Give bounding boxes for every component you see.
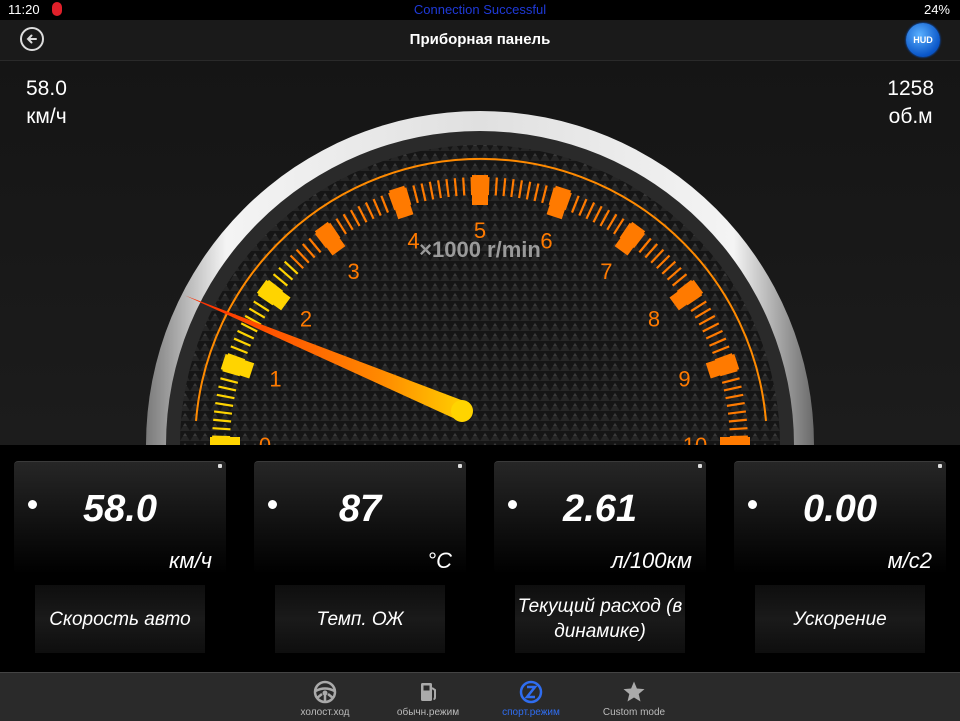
battery-level: 24% [923,2,950,17]
corner-marker [698,464,702,468]
tab-label: холост.ход [300,707,350,718]
corner-marker [458,464,462,468]
gauge-minor-tick [212,427,231,431]
metric-card-speed[interactable]: 58.0 км/ч [14,461,226,574]
needle-hub [451,400,473,422]
tachometer-svg: 012345678910 ×1000 r/min [146,111,814,458]
metric-label: Ускорение [793,608,887,630]
metric-unit: м/с2 [887,548,932,573]
gauge-scale-label: 0 [259,433,271,445]
gauge-major-tick [546,185,572,220]
metric-label: Скорость авто [49,608,191,630]
tab-normal[interactable]: обычн.режим [373,673,483,721]
metric-unit: км/ч [169,548,212,573]
metric-value: 58.0 [83,488,157,530]
metric-label: Текущий расход (в динамике) [517,596,683,642]
metric-card-coolant-temp[interactable]: 87 °C [254,461,466,574]
metric-value: 87 [338,488,382,530]
corner-marker [938,464,942,468]
tab-label: спорт.режим [502,707,560,718]
page-title: Приборная панель [409,31,551,48]
tab-label: Custom mode [602,707,666,718]
sport-mode-icon [519,680,543,704]
metric-value: 0.00 [803,488,877,530]
gauge-scale-label: 10 [683,433,707,445]
gauge-unit-label: ×1000 r/min [419,237,541,262]
hud-button[interactable]: HUD [906,23,940,57]
status-bar: 11:20 Connection Successful 24% [0,0,960,20]
gauge-major-tick [220,353,255,379]
gauge-scale-label: 9 [678,367,690,392]
nav-header: Приборная панель HUD [0,20,960,61]
connection-status: Connection Successful [413,2,547,17]
gauge-minor-tick [729,427,748,431]
star-icon [623,681,645,702]
gauge-scale-label: 3 [348,259,360,284]
corner-marker [218,464,222,468]
gauge-scale-label: 2 [300,307,312,332]
steering-wheel-icon [313,680,337,704]
gauge-minor-tick [494,177,498,196]
metric-label-speed: Скорость авто [35,585,205,653]
metric-label-acceleration: Ускорение [755,585,925,653]
metric-card-fuel-consumption[interactable]: 2.61 л/100км [494,461,706,574]
tachometer-gauge: 012345678910 ×1000 r/min [0,61,960,458]
tab-custom-mode[interactable]: Custom mode [579,673,689,721]
gauge-scale-label: 7 [600,259,612,284]
gauge-major-tick [388,185,414,220]
metric-label-coolant-temp: Темп. ОЖ [275,585,445,653]
metric-card-acceleration[interactable]: 0.00 м/с2 [734,461,946,574]
gauge-scale-label: 1 [269,367,281,392]
mode-tab-bar: холост.ход обычн.режим спорт.режим Custo… [0,672,960,721]
tab-label: обычн.режим [396,707,460,718]
metric-label: Темп. ОЖ [316,608,404,630]
gauge-major-tick [705,353,740,379]
fuel-pump-icon [421,683,436,701]
tab-sport[interactable]: спорт.режим [476,673,586,721]
metric-unit: °C [427,548,452,573]
gauge-scale-label: 6 [540,229,552,254]
gauge-scale-label: 4 [407,229,419,254]
metric-value: 2.61 [563,488,637,530]
tab-idle[interactable]: холост.ход [270,673,380,721]
metric-label-fuel-consumption: Текущий расход (в динамике) [515,585,685,653]
metric-unit: л/100км [611,548,692,573]
metrics-panel: 58.0 км/ч 87 °C 2.61 л/100км 0.00 м/с2 С… [0,445,960,672]
gauge-scale-label: 8 [648,307,660,332]
gauge-minor-tick [462,177,466,196]
